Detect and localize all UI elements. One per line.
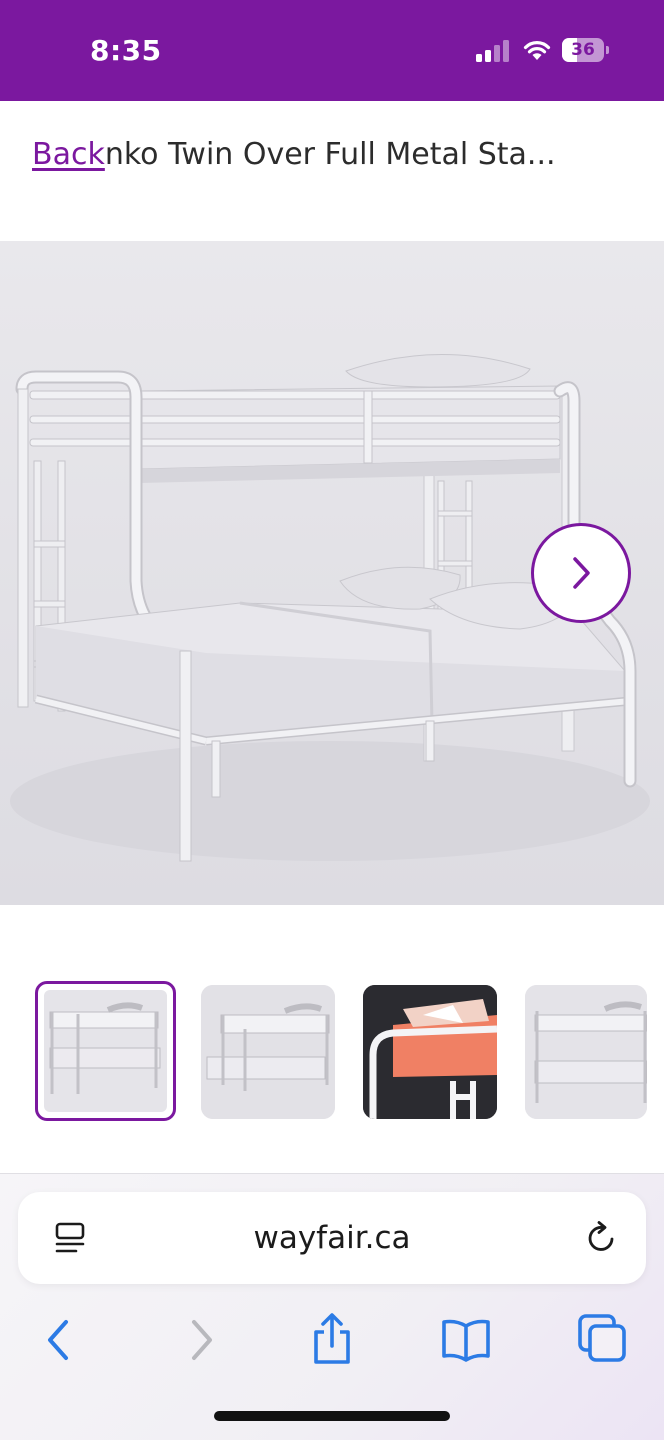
bookmarks-icon[interactable] [438,1312,494,1368]
next-image-button[interactable] [531,523,631,623]
thumbnail-3[interactable] [363,985,497,1119]
back-arrow-icon[interactable] [32,1312,88,1368]
battery-icon: 36 [562,38,610,62]
status-time: 8:35 [90,34,162,67]
product-title: nko Twin Over Full Metal Sta... [104,137,556,172]
product-title-row: Backnko Twin Over Full Metal Sta... [0,101,664,241]
url-text[interactable]: wayfair.ca [18,1192,646,1284]
back-link[interactable]: Back [32,137,105,172]
bunk-bed-thumbnail-icon [525,985,647,1119]
share-icon[interactable] [304,1312,360,1368]
thumbnail-4[interactable] [525,985,647,1119]
bunk-bed-orange-thumbnail-icon [363,985,497,1119]
tabs-icon[interactable] [574,1312,630,1368]
signal-icon [476,40,509,62]
forward-arrow-icon [192,1320,212,1360]
browser-toolbar: wayfair.ca [0,1173,664,1440]
thumbnail-2[interactable] [201,985,335,1119]
bunk-bed-thumbnail-icon [201,985,335,1119]
page-title: Backnko Twin Over Full Metal Sta... [32,137,556,172]
status-bar: 8:35 36 [0,0,664,101]
thumbnail-strip [0,905,664,1173]
home-indicator [214,1411,450,1421]
product-image[interactable] [0,241,664,905]
bunk-bed-thumbnail-icon [44,990,167,1112]
reload-icon[interactable] [584,1220,620,1256]
battery-level: 36 [571,40,595,60]
address-bar[interactable]: wayfair.ca [18,1192,646,1284]
thumbnail-1[interactable] [35,981,176,1121]
wifi-icon [523,41,551,60]
chevron-right-icon [573,557,590,589]
